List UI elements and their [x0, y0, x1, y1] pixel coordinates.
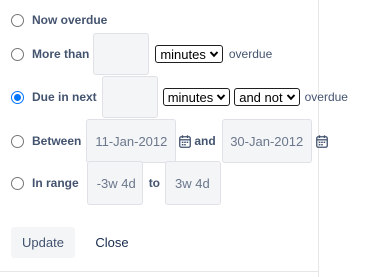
- due-in-next-unit-select[interactable]: minutes: [162, 88, 231, 106]
- radio-more-than[interactable]: [11, 47, 24, 61]
- chevron-down-icon: [209, 51, 219, 58]
- between-from-date-input[interactable]: 11-Jan-2012: [86, 119, 177, 163]
- due-in-next-suffix: overdue: [304, 90, 348, 104]
- due-in-next-qualifier-select[interactable]: and not: [234, 88, 300, 106]
- option-more-than[interactable]: More than minutes overdue: [11, 33, 272, 75]
- due-in-next-amount-input[interactable]: [101, 76, 158, 118]
- more-than-unit-select[interactable]: minutes: [155, 45, 223, 63]
- due-in-next-qualifier-value: and not: [239, 89, 283, 105]
- in-range-to-input[interactable]: 3w 4d: [165, 161, 222, 205]
- radio-between[interactable]: [11, 134, 24, 148]
- calendar-icon[interactable]: [315, 134, 328, 148]
- between-connector: and: [194, 134, 216, 148]
- panel-bottom-border: [0, 271, 318, 272]
- more-than-unit-value: minutes: [160, 46, 206, 62]
- radio-in-range[interactable]: [11, 176, 24, 190]
- chevron-down-icon: [286, 94, 295, 101]
- between-to-date-input[interactable]: 30-Jan-2012: [221, 119, 312, 163]
- more-than-suffix: overdue: [228, 47, 273, 61]
- due-in-next-unit-value: minutes: [167, 89, 214, 105]
- update-button[interactable]: Update: [11, 227, 75, 258]
- radio-due-in-next[interactable]: [11, 90, 24, 104]
- in-range-connector: to: [148, 176, 161, 190]
- label-more-than: More than: [32, 47, 90, 61]
- calendar-icon[interactable]: [179, 134, 192, 148]
- close-button[interactable]: Close: [85, 227, 139, 258]
- option-between[interactable]: Between 11-Jan-2012 and 30-Jan-2012: [11, 119, 328, 163]
- option-in-range[interactable]: In range -3w 4d to 3w 4d: [11, 161, 222, 205]
- more-than-amount-input[interactable]: [93, 33, 150, 75]
- label-in-range: In range: [32, 176, 79, 190]
- label-between: Between: [32, 134, 82, 148]
- option-now-overdue[interactable]: Now overdue: [11, 13, 107, 27]
- chevron-down-icon: [216, 94, 226, 101]
- label-due-in-next: Due in next: [32, 90, 97, 104]
- in-range-from-input[interactable]: -3w 4d: [86, 161, 143, 205]
- label-now-overdue: Now overdue: [32, 13, 108, 27]
- option-due-in-next[interactable]: Due in next minutes and not overdue: [11, 76, 348, 118]
- radio-now-overdue[interactable]: [11, 13, 24, 27]
